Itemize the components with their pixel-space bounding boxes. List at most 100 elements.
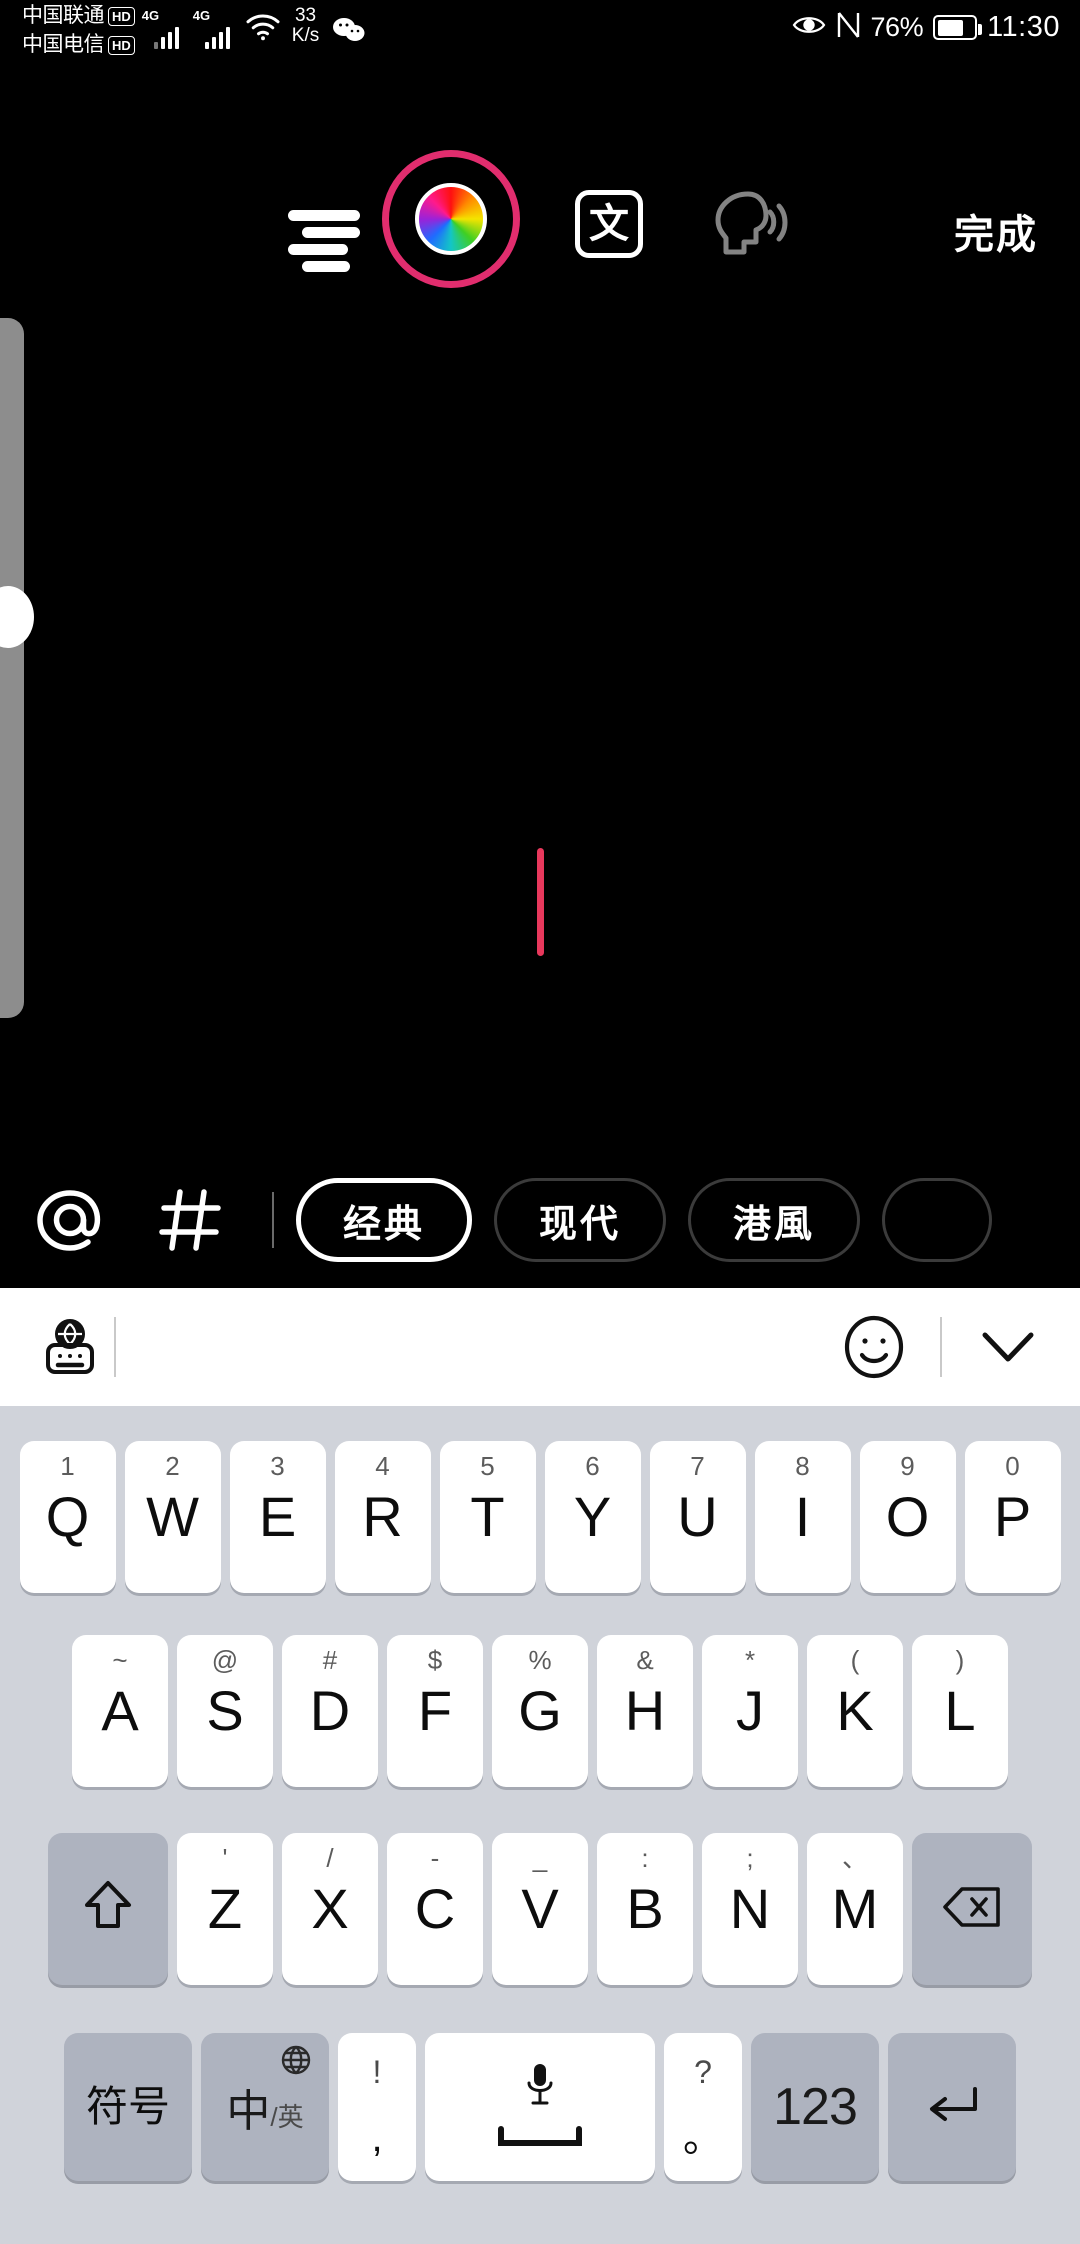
- enter-key[interactable]: [888, 2033, 1016, 2181]
- key-sup: 7: [690, 1451, 705, 1481]
- style-chip-bar: 经典 现代 港風: [0, 1155, 1080, 1285]
- backspace-key[interactable]: [912, 1833, 1032, 1985]
- period-key[interactable]: ? 。: [664, 2033, 742, 2181]
- editor-toolbar: 文 完成: [0, 70, 1080, 288]
- key-sup: %: [528, 1645, 552, 1675]
- key-i[interactable]: 8I: [754, 1441, 851, 1593]
- keyboard-toolbar-divider-left: [114, 1317, 116, 1377]
- key-q[interactable]: 1Q: [19, 1441, 116, 1593]
- key-h[interactable]: & H: [597, 1635, 693, 1787]
- comma-key-bottom: ,: [371, 2116, 383, 2160]
- nfc-icon: [836, 10, 861, 45]
- key-t[interactable]: 5T: [439, 1441, 536, 1593]
- symbols-key-label: 符号: [85, 2083, 170, 2130]
- shift-key[interactable]: [48, 1833, 168, 1985]
- key-sup: /: [326, 1843, 334, 1873]
- keyboard-row-4: 符号 中 /英 ! , ? 。 123: [0, 2008, 1080, 2206]
- wifi-icon: [244, 12, 282, 47]
- key-label: T: [470, 1485, 505, 1548]
- hashtag-icon[interactable]: [142, 1172, 238, 1268]
- key-sup: 8: [795, 1451, 810, 1481]
- at-icon[interactable]: [22, 1172, 118, 1268]
- key-x[interactable]: / X: [282, 1833, 378, 1985]
- signal-bars-1: [153, 27, 180, 49]
- carrier-2-name: 中国电信: [22, 33, 105, 56]
- key-c[interactable]: -C: [387, 1833, 483, 1985]
- emoji-smiley-icon[interactable]: [830, 1303, 918, 1391]
- key-d[interactable]: # D: [282, 1635, 378, 1787]
- enter-icon: [923, 2083, 981, 2132]
- numbers-key[interactable]: 123: [751, 2033, 879, 2181]
- key-label: Z: [207, 1877, 243, 1940]
- text-cursor: [537, 848, 544, 956]
- globe-keyboard-icon[interactable]: [26, 1303, 114, 1391]
- style-chip-modern[interactable]: 现代: [494, 1178, 667, 1262]
- key-u[interactable]: 7U: [649, 1441, 746, 1593]
- key-y[interactable]: 6Y: [544, 1441, 641, 1593]
- font-style-icon[interactable]: 文: [575, 190, 643, 258]
- key-s[interactable]: @ S: [177, 1635, 273, 1787]
- key-sup: ~: [112, 1645, 128, 1675]
- space-key[interactable]: [425, 2033, 655, 2181]
- font-size-slider-track[interactable]: [0, 318, 24, 1018]
- key-l[interactable]: ) L: [912, 1635, 1008, 1787]
- key-e[interactable]: 3E: [229, 1441, 326, 1593]
- key-n[interactable]: ; N: [702, 1833, 798, 1985]
- symbols-key[interactable]: 符号: [64, 2033, 192, 2181]
- carrier-1-name: 中国联通: [22, 4, 105, 27]
- wechat-icon: [332, 16, 366, 49]
- status-bar-left: 中国联通 HD 中国电信 HD 4G 4G 33 K/s: [22, 2, 366, 59]
- key-sup: _: [532, 1843, 548, 1873]
- key-label: D: [309, 1679, 351, 1742]
- key-f[interactable]: $ F: [387, 1635, 483, 1787]
- key-label: K: [836, 1679, 874, 1742]
- key-z[interactable]: ' Z: [177, 1833, 273, 1985]
- key-p[interactable]: 0P: [964, 1441, 1061, 1593]
- key-r[interactable]: 4R: [334, 1441, 431, 1593]
- key-k[interactable]: (K: [807, 1635, 903, 1787]
- eye-icon: [792, 13, 826, 42]
- battery-percent: 76%: [870, 12, 924, 42]
- language-key-secondary: /英: [270, 2102, 304, 2132]
- keyboard: 1Q 2W 3E 4R 5T 6Y 7U 8I 9O 0P ~ A @ S # D $…: [0, 1288, 1080, 2244]
- color-wheel-icon[interactable]: [382, 150, 520, 288]
- language-toggle-key[interactable]: 中 /英: [201, 2033, 329, 2181]
- status-bar: 中国联通 HD 中国电信 HD 4G 4G 33 K/s 76% 11:30: [0, 0, 1080, 62]
- keyboard-rows: 1Q 2W 3E 4R 5T 6Y 7U 8I 9O 0P ~ A @ S # D $…: [0, 1406, 1080, 2244]
- key-v[interactable]: _ V: [492, 1833, 588, 1985]
- key-label: G: [518, 1679, 562, 1742]
- key-label: M: [831, 1877, 879, 1940]
- chevron-down-icon[interactable]: [964, 1303, 1052, 1391]
- text-align-icon[interactable]: [288, 210, 364, 272]
- font-size-slider[interactable]: [0, 318, 34, 1018]
- key-b[interactable]: :B: [597, 1833, 693, 1985]
- key-label: E: [258, 1485, 297, 1548]
- globe-icon: [279, 2043, 313, 2082]
- key-a[interactable]: ~ A: [72, 1635, 168, 1787]
- carrier-1-hd-badge: HD: [108, 6, 135, 26]
- key-j[interactable]: * J: [702, 1635, 798, 1787]
- key-label: J: [736, 1679, 764, 1742]
- style-chip-hongkong[interactable]: 港風: [688, 1178, 861, 1262]
- done-button[interactable]: 完成: [954, 202, 1038, 260]
- key-sup: ;: [746, 1843, 754, 1873]
- style-chip-next[interactable]: [882, 1178, 993, 1262]
- key-o[interactable]: 9O: [859, 1441, 956, 1593]
- period-key-bottom: 。: [683, 2116, 723, 2160]
- key-sup: &: [636, 1645, 654, 1675]
- style-chip-classic[interactable]: 经典: [296, 1178, 473, 1262]
- text-canvas[interactable]: [0, 210, 1080, 1290]
- key-g[interactable]: % G: [492, 1635, 588, 1787]
- text-to-speech-icon[interactable]: [704, 186, 790, 262]
- font-style-icon-label: 文: [575, 190, 643, 258]
- key-w[interactable]: 2W: [124, 1441, 221, 1593]
- key-m[interactable]: 、 M: [807, 1833, 903, 1985]
- key-sup: 6: [585, 1451, 600, 1481]
- key-label: Y: [573, 1485, 612, 1548]
- space-bar-icon: [497, 2126, 583, 2153]
- keyboard-row-2: ~ A @ S # D $ F % G & H * J (K ) L: [0, 1612, 1080, 1810]
- comma-key[interactable]: ! ,: [338, 2033, 416, 2181]
- key-sup: :: [641, 1843, 649, 1873]
- key-label: V: [521, 1877, 559, 1940]
- keyboard-row-3: ' Z / X -C _ V :B ; N 、 M: [0, 1810, 1080, 2008]
